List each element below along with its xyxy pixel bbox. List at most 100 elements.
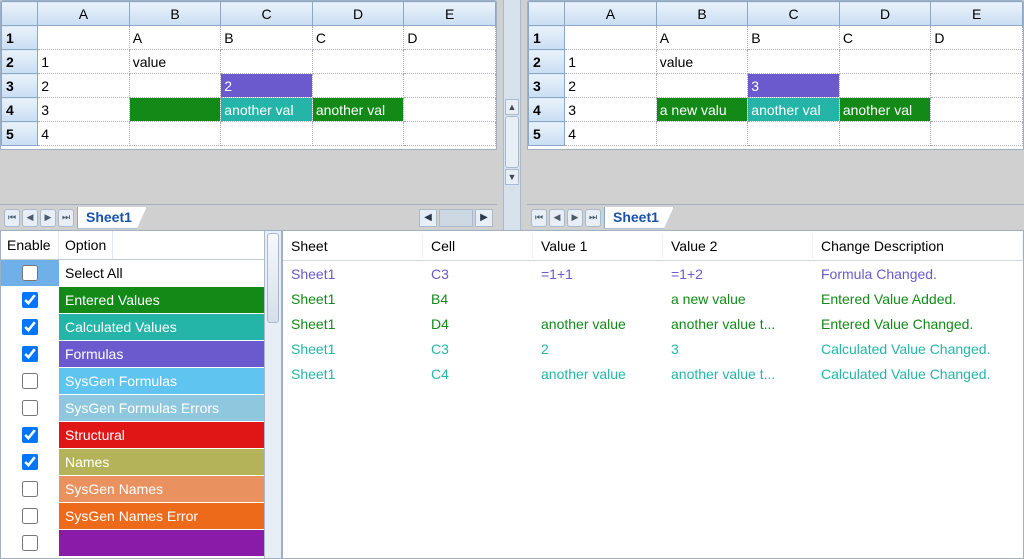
option-row[interactable]: SysGen Formulas Errors	[1, 395, 264, 422]
cell[interactable]: value	[129, 50, 221, 74]
cell[interactable]: 3	[565, 98, 657, 122]
cell[interactable]	[312, 50, 404, 74]
spreadsheet-left[interactable]: ABCDE1ABCD21value32243another valanother…	[0, 0, 497, 150]
hscroll-right-button[interactable]: ▶	[475, 209, 493, 227]
select-all-cell[interactable]	[2, 2, 38, 26]
changes-row[interactable]: Sheet1C4another valueanother value t...C…	[283, 361, 1023, 386]
first-sheet-button[interactable]: ⏮	[531, 209, 547, 227]
cell[interactable]	[38, 26, 130, 50]
row-header[interactable]: 3	[2, 74, 38, 98]
option-checkbox[interactable]	[22, 508, 38, 524]
cell[interactable]: a new valu	[656, 98, 748, 122]
column-header[interactable]: B	[656, 2, 748, 26]
cell[interactable]	[129, 74, 221, 98]
option-checkbox[interactable]	[22, 400, 38, 416]
first-sheet-button[interactable]: ⏮	[4, 209, 20, 227]
row-header[interactable]: 5	[529, 122, 565, 146]
option-row[interactable]: SysGen Names	[1, 476, 264, 503]
row-header[interactable]: 2	[529, 50, 565, 74]
spreadsheet-right[interactable]: ABCDE1ABCD21value32343a new valuanother …	[527, 0, 1024, 150]
row-header[interactable]: 4	[2, 98, 38, 122]
cell[interactable]: 1	[565, 50, 657, 74]
cell[interactable]	[404, 122, 496, 146]
sheet-tab[interactable]: Sheet1	[604, 207, 674, 229]
cell[interactable]	[748, 122, 840, 146]
cell[interactable]: 1	[38, 50, 130, 74]
cell[interactable]: D	[931, 26, 1023, 50]
changes-header-value1[interactable]: Value 1	[533, 234, 663, 258]
cell[interactable]	[312, 122, 404, 146]
changes-row[interactable]: Sheet1C323Calculated Value Changed.	[283, 336, 1023, 361]
cell[interactable]: 2	[565, 74, 657, 98]
select-all-cell[interactable]	[529, 2, 565, 26]
option-checkbox[interactable]	[22, 454, 38, 470]
cell[interactable]	[129, 98, 221, 122]
hscroll-track[interactable]	[439, 209, 473, 227]
cell[interactable]	[565, 26, 657, 50]
changes-row[interactable]: Sheet1D4another valueanother value t...E…	[283, 311, 1023, 336]
cell[interactable]: another val	[221, 98, 313, 122]
option-checkbox[interactable]	[22, 373, 38, 389]
cell[interactable]	[931, 98, 1023, 122]
cell[interactable]: B	[221, 26, 313, 50]
option-checkbox[interactable]	[22, 265, 38, 281]
cell[interactable]	[221, 50, 313, 74]
option-row[interactable]: SysGen Names Error	[1, 503, 264, 530]
cell[interactable]	[839, 74, 931, 98]
cell[interactable]: C	[312, 26, 404, 50]
option-row[interactable]	[1, 530, 264, 557]
cell[interactable]: D	[404, 26, 496, 50]
cell[interactable]: another val	[312, 98, 404, 122]
option-checkbox[interactable]	[22, 319, 38, 335]
changes-row[interactable]: Sheet1B4a new valueEntered Value Added.	[283, 286, 1023, 311]
option-row[interactable]: Entered Values	[1, 287, 264, 314]
last-sheet-button[interactable]: ⏭	[58, 209, 74, 227]
row-header[interactable]: 4	[529, 98, 565, 122]
cell[interactable]	[656, 74, 748, 98]
cell[interactable]: 3	[38, 98, 130, 122]
cell[interactable]: 3	[748, 74, 840, 98]
cell[interactable]	[656, 122, 748, 146]
changes-header-sheet[interactable]: Sheet	[283, 234, 423, 258]
cell[interactable]: B	[748, 26, 840, 50]
cell[interactable]: 4	[565, 122, 657, 146]
column-header[interactable]: E	[931, 2, 1023, 26]
cell[interactable]	[404, 98, 496, 122]
row-header[interactable]: 2	[2, 50, 38, 74]
prev-sheet-button[interactable]: ◀	[22, 209, 38, 227]
last-sheet-button[interactable]: ⏭	[585, 209, 601, 227]
option-row[interactable]: Structural	[1, 422, 264, 449]
option-checkbox[interactable]	[22, 346, 38, 362]
option-row[interactable]: Calculated Values	[1, 314, 264, 341]
cell[interactable]	[931, 74, 1023, 98]
cell[interactable]	[312, 74, 404, 98]
hscroll-left-button[interactable]: ◀	[419, 209, 437, 227]
column-header[interactable]: D	[312, 2, 404, 26]
option-checkbox[interactable]	[22, 481, 38, 497]
option-row[interactable]: Names	[1, 449, 264, 476]
option-row[interactable]: Formulas	[1, 341, 264, 368]
sheet-tab[interactable]: Sheet1	[77, 207, 147, 229]
column-header[interactable]: E	[404, 2, 496, 26]
option-row[interactable]: Select All	[1, 260, 264, 287]
column-header[interactable]: A	[38, 2, 130, 26]
column-header[interactable]: C	[748, 2, 840, 26]
row-header[interactable]: 1	[2, 26, 38, 50]
changes-header-value2[interactable]: Value 2	[663, 234, 813, 258]
cell[interactable]: 2	[221, 74, 313, 98]
cell[interactable]	[129, 122, 221, 146]
cell[interactable]: A	[129, 26, 221, 50]
prev-sheet-button[interactable]: ◀	[549, 209, 565, 227]
option-checkbox[interactable]	[22, 535, 38, 551]
cell[interactable]	[931, 122, 1023, 146]
cell[interactable]	[221, 122, 313, 146]
option-row[interactable]: SysGen Formulas	[1, 368, 264, 395]
row-header[interactable]: 5	[2, 122, 38, 146]
changes-header-desc[interactable]: Change Description	[813, 234, 1023, 258]
cell[interactable]: another val	[839, 98, 931, 122]
changes-header-cell[interactable]: Cell	[423, 234, 533, 258]
next-sheet-button[interactable]: ▶	[40, 209, 56, 227]
cell[interactable]	[748, 50, 840, 74]
cell[interactable]: 2	[38, 74, 130, 98]
option-checkbox[interactable]	[22, 427, 38, 443]
